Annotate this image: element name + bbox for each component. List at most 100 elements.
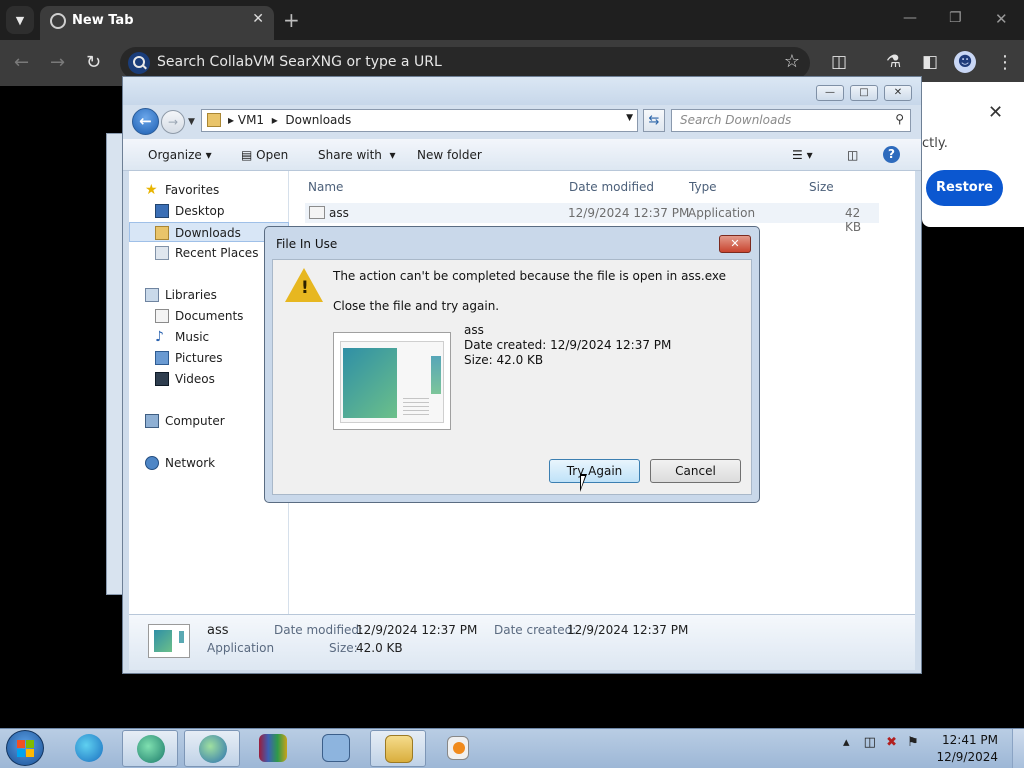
chevron-down-icon: ▼ — [15, 13, 25, 27]
dialog-file-name: ass — [464, 323, 484, 337]
taskbar-winrar[interactable] — [245, 730, 301, 767]
dialog-body: ! The action can't be completed because … — [272, 259, 752, 495]
minimize-button[interactable]: — — [816, 85, 844, 101]
show-desktop-button[interactable] — [1012, 729, 1024, 768]
back-button[interactable]: ← — [132, 108, 159, 135]
popup-message: ctly. — [922, 136, 948, 151]
details-size: 42.0 KB — [356, 641, 403, 655]
download-manager-icon — [199, 735, 227, 763]
network-icon[interactable]: ◫ — [864, 735, 876, 750]
organize-button[interactable]: Organize ▾ — [148, 148, 212, 162]
pictures-icon — [155, 351, 169, 365]
profile-avatar-icon[interactable]: ☻ — [954, 51, 976, 73]
file-thumbnail-icon — [148, 624, 190, 658]
address-row: ← → ▼ ▸ VM1 ▸ Downloads ▼ ⇆ Search Downl… — [123, 105, 921, 139]
extensions-icon[interactable]: ◫ — [831, 52, 847, 72]
details-file-type: Application — [207, 641, 275, 655]
minimize-window-button[interactable]: — — [903, 10, 917, 26]
breadcrumb[interactable]: ▸ VM1 ▸ Downloads ▼ — [201, 109, 638, 132]
help-icon[interactable]: ? — [883, 146, 900, 163]
restore-button[interactable]: Restore — [926, 170, 1003, 206]
history-dropdown-icon[interactable]: ▼ — [188, 117, 195, 127]
details-date-created: 12/9/2024 12:37 PM — [567, 623, 689, 637]
explorer-titlebar — [123, 77, 921, 105]
taskbar-internet-download-manager[interactable] — [184, 730, 240, 767]
search-icon — [128, 52, 150, 74]
file-date-modified: 12/9/2024 12:37 PM — [568, 206, 690, 220]
media-player-icon — [447, 736, 469, 760]
try-again-button[interactable]: Try Again — [549, 459, 640, 483]
preview-pane-icon[interactable]: ◫ — [847, 148, 858, 162]
tab-new-tab[interactable]: New Tab ✕ — [40, 6, 274, 40]
new-tab-button[interactable]: + — [283, 8, 300, 32]
labs-flask-icon[interactable]: ⚗ — [886, 52, 901, 72]
dialog-close-button[interactable]: ✕ — [719, 235, 751, 253]
search-input[interactable]: Search Downloads ⚲ — [671, 109, 911, 132]
tab-search-button[interactable]: ▼ — [6, 6, 34, 34]
music-icon: ♪ — [155, 329, 164, 345]
share-with-button[interactable]: Share with ▾ — [318, 148, 396, 162]
bookmark-star-icon[interactable]: ☆ — [784, 51, 800, 72]
file-preview-thumbnail — [333, 332, 451, 430]
breadcrumb-item[interactable]: Downloads — [285, 113, 351, 127]
column-header-date-modified[interactable]: Date modified — [569, 180, 654, 194]
view-options-icon[interactable]: ☰ ▾ — [792, 148, 813, 162]
taskbar-edge[interactable] — [61, 730, 117, 767]
clock-date[interactable]: 12/9/2024 — [936, 750, 998, 764]
taskbar-media-player[interactable] — [431, 730, 487, 767]
refresh-button[interactable]: ⇆ — [643, 109, 665, 132]
file-in-use-dialog: File In Use ✕ ! The action can't be comp… — [264, 226, 760, 503]
globe-icon — [50, 13, 66, 29]
close-tab-icon[interactable]: ✕ — [252, 11, 264, 27]
details-file-name: ass — [207, 623, 229, 638]
desktop-icon — [155, 204, 169, 218]
restore-window-button[interactable]: ❐ — [949, 10, 962, 26]
forward-arrow-icon[interactable]: → — [50, 52, 65, 73]
menu-kebab-icon[interactable]: ⋮ — [996, 52, 1014, 73]
close-icon[interactable]: ✕ — [988, 102, 1003, 123]
dialog-title: File In Use — [276, 237, 338, 251]
clock-time[interactable]: 12:41 PM — [936, 733, 998, 747]
reload-icon[interactable]: ↻ — [86, 52, 101, 73]
cancel-button[interactable]: Cancel — [650, 459, 741, 483]
computer-icon — [145, 414, 159, 428]
forward-button[interactable]: → — [161, 110, 185, 134]
column-header-type[interactable]: Type — [689, 180, 717, 194]
dialog-instruction: Close the file and try again. — [333, 299, 500, 313]
search-placeholder: Search Downloads — [680, 113, 792, 127]
computer-icon — [322, 734, 350, 762]
close-window-button[interactable]: ✕ — [995, 10, 1008, 28]
taskbar-explorer-active[interactable] — [370, 730, 426, 767]
show-hidden-icons-icon[interactable]: ▴ — [843, 735, 850, 750]
taskbar-computer[interactable] — [308, 730, 364, 767]
start-button[interactable] — [6, 730, 44, 766]
column-header-size[interactable]: Size — [809, 180, 834, 194]
back-arrow-icon[interactable]: ← — [14, 52, 29, 73]
address-bar-placeholder: Search CollabVM SearXNG or type a URL — [157, 54, 442, 70]
volume-muted-icon[interactable]: ✖ — [886, 735, 897, 750]
restore-pages-popup: ✕ ctly. Restore — [922, 82, 1024, 227]
action-center-flag-icon[interactable]: ⚑ — [907, 735, 919, 750]
dialog-file-size: Size: 42.0 KB — [464, 353, 544, 367]
system-tray: ▴ ◫ ✖ ⚑ — [843, 735, 919, 750]
taskbar-browser-active[interactable] — [122, 730, 178, 767]
maximize-button[interactable]: □ — [850, 85, 878, 101]
side-panel-icon[interactable]: ◧ — [922, 52, 938, 72]
details-size-label: Size: — [329, 641, 358, 655]
details-date-created-label: Date created: — [494, 623, 577, 637]
dialog-message: The action can't be completed because th… — [333, 269, 727, 283]
details-date-modified-label: Date modified: — [274, 623, 364, 637]
sidebar-item-desktop[interactable]: Desktop — [129, 201, 289, 221]
address-dropdown-icon[interactable]: ▼ — [626, 113, 633, 123]
network-icon — [145, 456, 159, 470]
open-button[interactable]: ▤ Open — [241, 148, 288, 162]
new-folder-button[interactable]: New folder — [417, 148, 482, 162]
breadcrumb-item[interactable]: VM1 — [238, 113, 264, 127]
recent-places-icon — [155, 246, 169, 260]
table-row[interactable]: ass 12/9/2024 12:37 PM Application 42 KB — [305, 203, 879, 234]
sidebar-item-favorites[interactable]: ★ Favorites — [129, 180, 289, 200]
address-bar[interactable]: Search CollabVM SearXNG or type a URL ☆ — [120, 47, 810, 79]
close-button[interactable]: ✕ — [884, 85, 912, 101]
column-header-name[interactable]: Name — [308, 180, 343, 194]
application-icon — [309, 206, 325, 219]
